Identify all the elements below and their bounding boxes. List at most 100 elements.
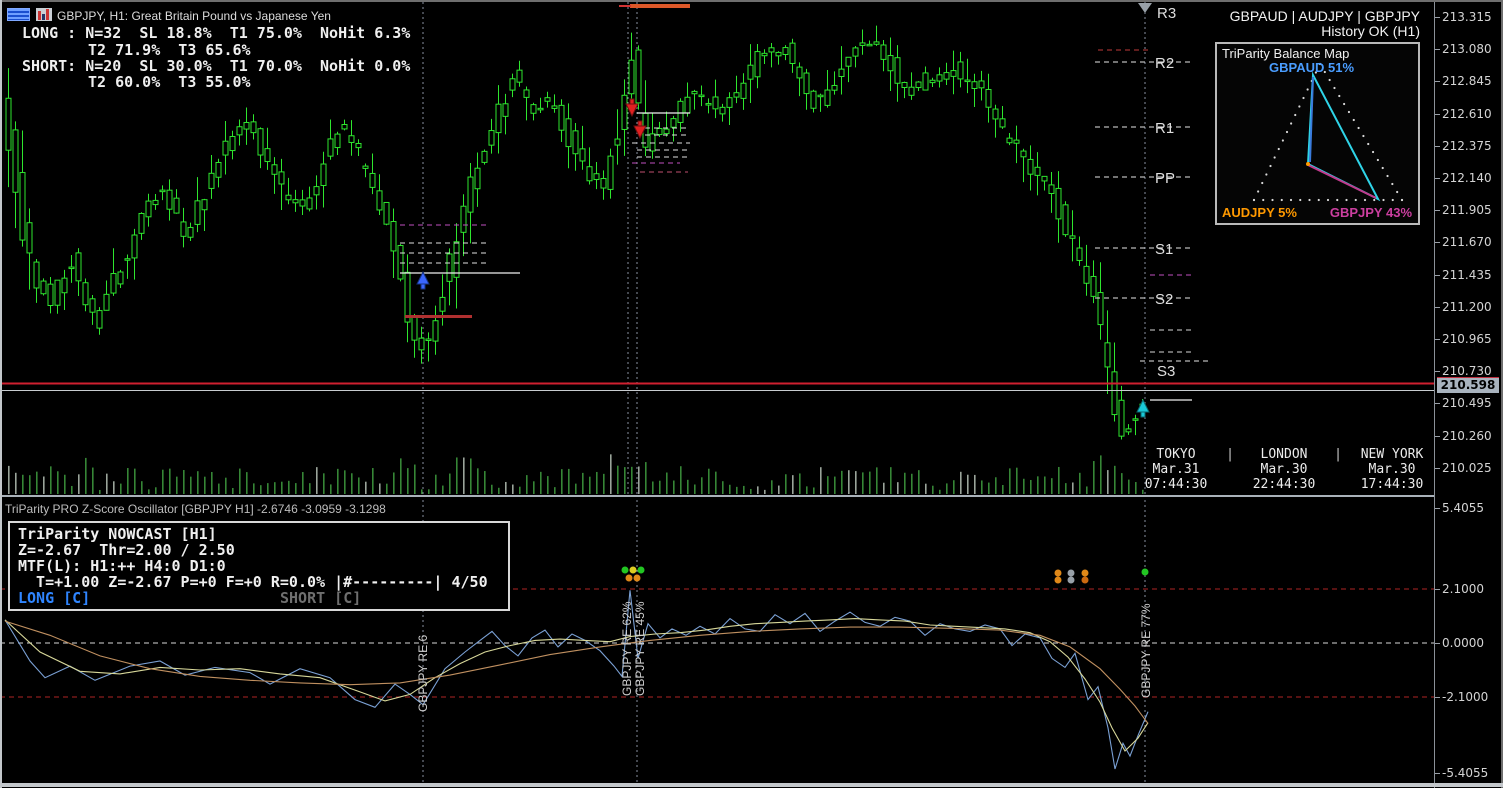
volume-bar [1121, 473, 1123, 494]
volume-bar [526, 475, 528, 494]
candle-body [635, 49, 642, 104]
window-border-bottom [0, 783, 1503, 787]
candle-body [803, 72, 810, 95]
candle-body [131, 234, 138, 259]
candle-body [19, 172, 26, 241]
axis-tick [1435, 467, 1440, 469]
volume-bar [799, 473, 801, 494]
volume-bar [365, 481, 367, 494]
session-separator: | [1226, 447, 1234, 462]
volume-bar [1072, 482, 1074, 494]
candle-body [1048, 184, 1055, 194]
osc-axis-label: 0.0000 [1442, 636, 1484, 650]
axis-tick [1435, 589, 1440, 590]
volume-bar [890, 467, 892, 494]
triangle-dot [1328, 78, 1331, 82]
volume-bar [1107, 470, 1109, 494]
candle-body [649, 133, 656, 152]
volume-bar [862, 472, 864, 494]
history-ok-status: History OK (H1) [1321, 23, 1420, 39]
candle-body [971, 81, 978, 89]
volume-bar [442, 485, 444, 494]
candle-body [1034, 166, 1041, 176]
oscillator-title: TriParity PRO Z-Score Oscillator [GBPJPY… [5, 502, 386, 516]
gbpaud-share-label: GBPAUD 51% [1269, 60, 1355, 75]
volume-bar [785, 474, 787, 494]
candle-body [859, 42, 866, 46]
triangle-dot [1257, 190, 1260, 193]
volume-bar [1023, 478, 1025, 494]
candle-body [453, 241, 460, 278]
current-price-tag: 210.598 [1437, 377, 1499, 393]
volume-bar [344, 470, 346, 494]
candle-body [558, 104, 565, 131]
volume-bar [456, 457, 458, 494]
candle-body [789, 42, 796, 65]
candle-body [446, 253, 453, 282]
candle-body [271, 164, 278, 175]
candle-body [1069, 235, 1076, 239]
quote-table-icon[interactable] [7, 8, 30, 21]
candle-body [425, 338, 432, 341]
arrow-stem [1140, 411, 1146, 418]
candle-body [530, 104, 537, 114]
volume-bar [540, 471, 542, 494]
volume-bar [414, 464, 416, 494]
volume-bar [960, 471, 962, 494]
axis-tick [1435, 773, 1440, 774]
candle-body [40, 280, 47, 295]
candle-body [964, 79, 971, 83]
candle-body [523, 89, 530, 98]
arrow-head [1136, 398, 1150, 413]
price-axis: 210.598 213.315 213.080 212.845 212.610 212.… [1434, 0, 1503, 788]
volume-bar [491, 484, 493, 494]
pivot-label-R3: R3 [1157, 5, 1176, 22]
candle-body [89, 298, 96, 313]
volume-bar [673, 480, 675, 494]
volume-bar [407, 468, 409, 494]
volume-bar [1037, 476, 1039, 494]
osc-signal-dot [629, 566, 637, 574]
candle-body [145, 200, 152, 218]
volume-bar [897, 482, 899, 494]
volume-bar [981, 480, 983, 494]
candle-body [103, 293, 110, 311]
candle-body [705, 103, 712, 106]
buy-arrow[interactable] [1136, 398, 1150, 418]
candle-body [460, 205, 467, 233]
candle-body [929, 79, 936, 84]
triangle-dot [1376, 158, 1379, 162]
triangle-dot [1338, 94, 1341, 98]
volume-bar [57, 471, 59, 494]
volume-bar [8, 465, 10, 494]
osc-signal-dot [625, 574, 633, 582]
axis-tick [1435, 274, 1440, 276]
long-button[interactable]: LONG [C] [18, 589, 90, 607]
balance-map-title: TriParity Balance Map [1222, 46, 1350, 61]
candle-body [362, 165, 369, 169]
triangle-dot [1289, 198, 1293, 202]
candle-body [481, 150, 488, 163]
osc-series-mid [4, 618, 1149, 752]
price-axis-label: 211.200 [1442, 299, 1492, 314]
osc-series-fast [4, 590, 1149, 770]
short-button[interactable]: SHORT [C] [280, 589, 361, 607]
window-border-top [0, 0, 1503, 2]
volume-bar [1009, 468, 1011, 494]
price-axis-label: 210.495 [1442, 396, 1492, 411]
volume-bar [883, 482, 885, 494]
candle-body [887, 55, 894, 72]
re-percent-label: GBPJPY RE 62% [620, 601, 634, 696]
buy-arrow[interactable] [416, 270, 430, 290]
re-percent-label: GBPJPY RE 6 [416, 635, 430, 712]
mt4-chart-window: R3 R2 R1 PP S1 S2 S3 GBPJPY RE 6 GBPJPY RE 62% G… [0, 0, 1503, 788]
candle-body [124, 258, 131, 261]
triangle-dot [1333, 86, 1336, 90]
candle-body [978, 80, 985, 89]
ohlc-bars-icon[interactable] [36, 8, 52, 21]
candle-body [831, 84, 838, 91]
volume-bar [337, 468, 339, 494]
triangle-dot [1302, 96, 1305, 100]
volume-bar [197, 471, 199, 494]
candle-body [12, 129, 19, 193]
